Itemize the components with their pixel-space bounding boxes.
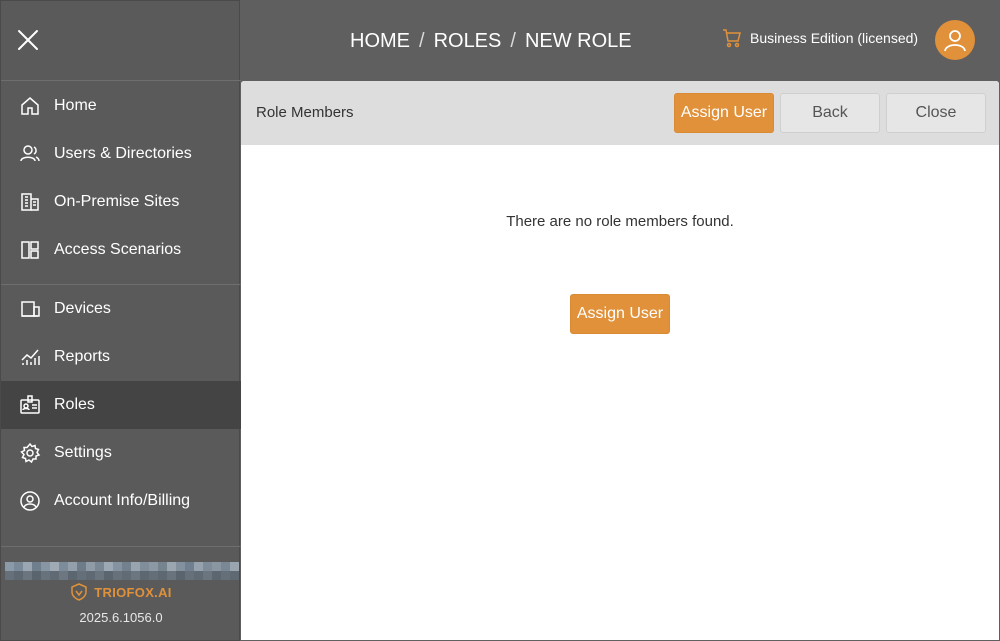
sidebar-divider — [1, 80, 241, 81]
brand-name: TRIOFOX.AI — [94, 584, 172, 600]
id-badge-icon — [19, 394, 41, 416]
breadcrumb-home[interactable]: HOME — [350, 30, 410, 53]
sidebar-item-label: Home — [54, 97, 97, 114]
building-icon — [19, 191, 41, 213]
sidebar-item-label: Account Info/Billing — [54, 492, 191, 509]
version-label: 2025.6.1056.0 — [79, 610, 163, 625]
assign-user-button[interactable]: Assign User — [674, 93, 774, 133]
sidebar-item-label: On-Premise Sites — [54, 193, 180, 210]
sidebar-item-access-scenarios[interactable]: Access Scenarios — [1, 226, 241, 274]
sidebar: Home Users & Directories On-Premise Site… — [0, 0, 241, 641]
edition-info[interactable]: Business Edition (licensed) — [722, 28, 918, 48]
user-icon — [944, 30, 966, 52]
sidebar-divider — [1, 546, 241, 547]
panel-title: Role Members — [256, 104, 354, 121]
sidebar-item-reports[interactable]: Reports — [1, 333, 241, 381]
breadcrumb: HOME / ROLES / NEW ROLE — [350, 30, 632, 53]
brand-logo: TRIOFOX.AI — [1, 583, 241, 601]
edition-label: Business Edition (licensed) — [750, 30, 919, 46]
sidebar-item-label: Access Scenarios — [54, 241, 182, 258]
layout-icon — [19, 239, 41, 261]
sidebar-item-devices[interactable]: Devices — [1, 285, 241, 333]
close-button[interactable]: Close — [886, 93, 986, 133]
breadcrumb-roles[interactable]: ROLES — [434, 30, 502, 53]
devices-icon — [19, 298, 41, 320]
panel-header: Role Members Assign User Back Close — [241, 81, 999, 145]
users-icon — [19, 143, 41, 165]
sidebar-item-home[interactable]: Home — [1, 82, 241, 130]
sidebar-item-label: Reports — [54, 348, 111, 365]
empty-state-message: There are no role members found. — [506, 213, 734, 230]
gear-icon — [19, 442, 41, 464]
breadcrumb-separator: / — [419, 30, 425, 52]
blurred-strip — [5, 562, 239, 580]
close-menu-icon[interactable] — [17, 29, 39, 51]
role-members-panel: Role Members Assign User Back Close Ther… — [241, 81, 999, 640]
user-avatar[interactable] — [935, 20, 975, 60]
assign-user-center-button[interactable]: Assign User — [570, 294, 670, 334]
home-icon — [19, 95, 41, 117]
breadcrumb-new-role: NEW ROLE — [524, 30, 632, 52]
account-icon — [19, 490, 41, 512]
sidebar-item-settings[interactable]: Settings — [1, 429, 241, 477]
sidebar-item-users[interactable]: Users & Directories — [1, 130, 241, 178]
back-button[interactable]: Back — [780, 93, 880, 133]
cart-icon — [723, 29, 741, 48]
chart-icon — [19, 346, 41, 368]
sidebar-item-label: Roles — [54, 396, 95, 413]
sidebar-item-label: Devices — [54, 300, 111, 317]
sidebar-item-label: Settings — [54, 444, 112, 461]
breadcrumb-separator: / — [510, 30, 516, 52]
shield-icon — [71, 583, 88, 601]
sidebar-item-roles[interactable]: Roles — [1, 381, 241, 429]
sidebar-item-on-premise-sites[interactable]: On-Premise Sites — [1, 178, 241, 226]
sidebar-item-account-info[interactable]: Account Info/Billing — [1, 477, 241, 525]
sidebar-item-label: Users & Directories — [54, 145, 192, 162]
